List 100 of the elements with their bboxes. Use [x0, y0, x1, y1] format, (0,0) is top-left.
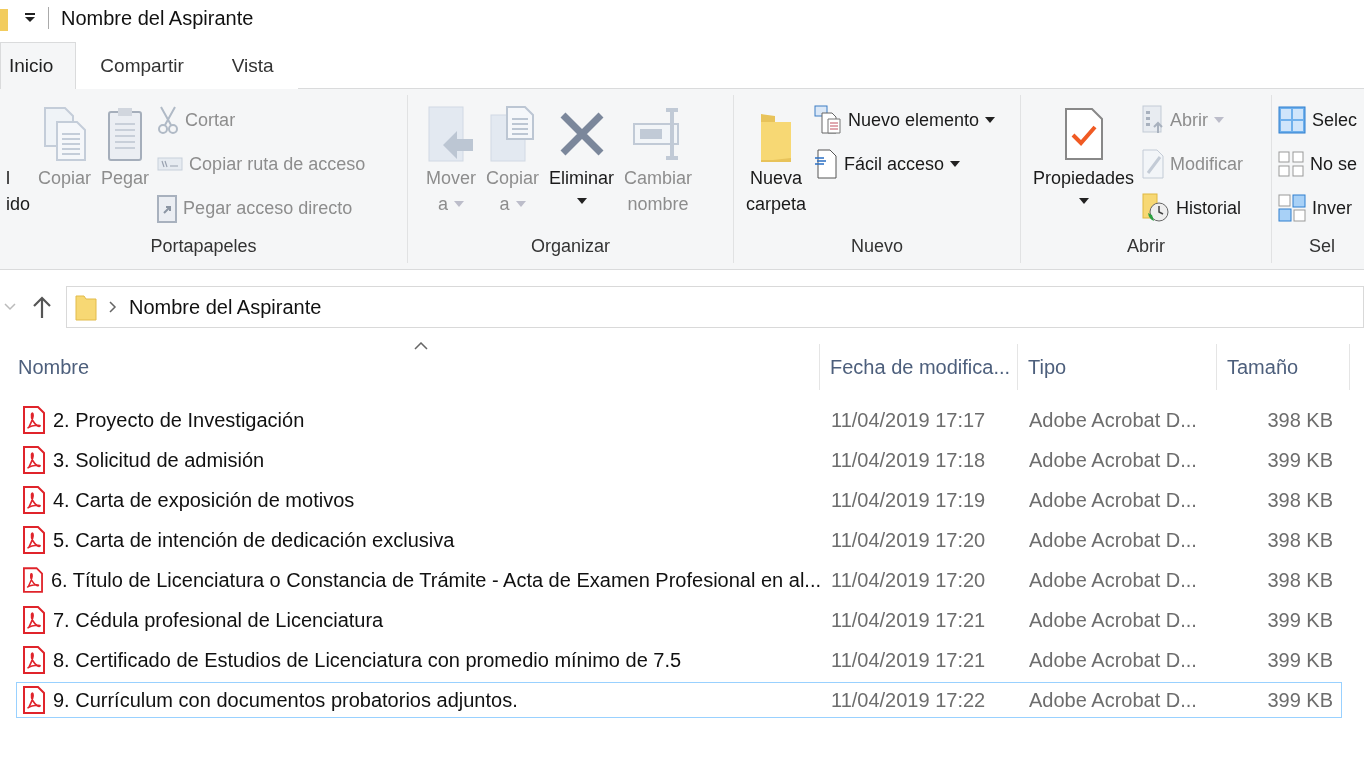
clipboard-icon — [157, 193, 178, 223]
ribbon-button[interactable]: Historial — [1142, 191, 1244, 225]
column-header[interactable]: Tamaño — [1217, 344, 1350, 390]
group-label: Abrir — [1127, 236, 1165, 257]
caret-icon — [1078, 198, 1089, 204]
group-label: Nuevo — [851, 236, 903, 257]
file-name: 4. Carta de exposición de motivos — [53, 488, 355, 512]
group-label: Sel — [1309, 236, 1335, 257]
date-text: 11/04/2019 17:17 — [830, 408, 987, 432]
date-text: 11/04/2019 17:21 — [830, 608, 987, 632]
caret-icon — [985, 117, 996, 123]
type-text: Adobe Acrobat D... — [1028, 448, 1198, 472]
address-field[interactable]: Nombre del Aspirante — [66, 286, 1364, 328]
caret-icon — [576, 198, 587, 204]
type-text: Adobe Acrobat D... — [1028, 488, 1198, 512]
caret-icon — [515, 201, 526, 207]
pdf-file-icon — [23, 686, 45, 714]
file-row[interactable]: 8. Certificado de Estudios de Licenciatura con promedio mínimo de 7.5 11/04/2019 17:21 Adobe Acrobat D... 399 KB — [16, 642, 1342, 678]
history-icon — [1142, 193, 1171, 223]
file-name: 5. Carta de intención de dedicación exclusiva — [53, 528, 455, 552]
delete-icon — [558, 111, 605, 157]
caret-icon[interactable] — [24, 13, 36, 23]
up-arrow-icon[interactable] — [32, 295, 52, 319]
select-all-icon — [1278, 106, 1306, 134]
invert-selection-icon — [1278, 194, 1306, 222]
ribbon-button[interactable]: Selec — [1278, 103, 1358, 137]
date-text: 11/04/2019 17:20 — [830, 568, 987, 592]
button-label[interactable]: l ido — [6, 165, 31, 217]
size-text: 398 KB — [1266, 488, 1333, 512]
copy-icon — [488, 105, 537, 163]
scissors-icon — [157, 105, 180, 135]
file-row[interactable]: 7. Cédula profesional de Licenciatura 11/04/2019 17:21 Adobe Acrobat D... 399 KB — [16, 602, 1342, 638]
window-title: Nombre del Aspirante — [61, 6, 254, 30]
ribbon-button[interactable]: Propiedades — [1031, 103, 1137, 211]
date-text: 11/04/2019 17:18 — [830, 448, 987, 472]
file-row[interactable]: 6. Título de Licenciatura o Constancia de Trámite - Acta de Examen Profesional en al... 11/04/2019 17:20 Adobe Acrobat D... 398 KB — [16, 562, 1342, 598]
path-text: Nombre del Aspirante — [129, 295, 322, 319]
type-text: Adobe Acrobat D... — [1028, 648, 1198, 672]
size-text: 398 KB — [1266, 408, 1333, 432]
file-name: 8. Certificado de Estudios de Licenciatura con promedio mínimo de 7.5 — [53, 648, 682, 672]
type-text: Adobe Acrobat D... — [1028, 688, 1198, 712]
type-text: Adobe Acrobat D... — [1028, 568, 1198, 592]
clipboard-icon — [107, 106, 144, 162]
ribbon-button[interactable]: No se — [1278, 147, 1358, 181]
select-none-icon — [1278, 151, 1304, 177]
file-row[interactable]: 4. Carta de exposición de motivos 11/04/2019 17:19 Adobe Acrobat D... 398 KB — [16, 482, 1342, 518]
file-name: 9. Currículum con documentos probatorios adjuntos. — [53, 688, 518, 712]
date-text: 11/04/2019 17:19 — [830, 488, 987, 512]
open-icon — [1142, 105, 1165, 135]
size-text: 398 KB — [1266, 568, 1333, 592]
ribbon-button[interactable]: Eliminar — [547, 103, 617, 211]
column-header[interactable]: Tipo — [1018, 344, 1217, 390]
file-row[interactable]: 5. Carta de intención de dedicación exclusiva 11/04/2019 17:20 Adobe Acrobat D... 398 KB — [16, 522, 1342, 558]
ribbon-button[interactable]: Inver — [1278, 191, 1358, 225]
file-name: 7. Cédula profesional de Licenciatura — [53, 608, 384, 632]
size-text: 399 KB — [1266, 448, 1333, 472]
properties-icon — [1063, 107, 1104, 161]
size-text: 399 KB — [1266, 608, 1333, 632]
pdf-file-icon — [23, 446, 45, 474]
caret-icon — [1214, 117, 1225, 123]
chevron-right-icon — [109, 301, 117, 313]
ribbon-button[interactable]: Fácil acceso — [814, 147, 996, 181]
date-text: 11/04/2019 17:22 — [830, 688, 987, 712]
new-item-icon — [814, 105, 843, 135]
pdf-file-icon — [23, 406, 45, 434]
group-label: Organizar — [531, 236, 610, 257]
pdf-file-icon — [23, 486, 45, 514]
date-text: 11/04/2019 17:20 — [830, 528, 987, 552]
path-icon — [157, 157, 184, 171]
caret-icon — [454, 201, 464, 207]
pdf-file-icon — [23, 526, 45, 554]
type-text: Adobe Acrobat D... — [1028, 608, 1198, 632]
sort-ascending-icon — [413, 342, 428, 350]
caret-icon — [950, 161, 961, 167]
column-header[interactable]: Fecha de modifica... — [820, 344, 1018, 390]
copy-icon — [42, 106, 87, 162]
move-icon — [427, 105, 475, 163]
file-name: 3. Solicitud de admisión — [53, 448, 265, 472]
pdf-file-icon — [23, 606, 45, 634]
size-text: 399 KB — [1266, 648, 1333, 672]
file-row[interactable]: 9. Currículum con documentos probatorios adjuntos. 11/04/2019 17:22 Adobe Acrobat D... 399 KB — [16, 682, 1342, 718]
column-header[interactable]: Nombre — [8, 344, 820, 390]
pdf-file-icon — [23, 646, 45, 674]
edit-icon — [1142, 149, 1165, 179]
folder-icon — [0, 7, 10, 31]
file-row[interactable]: 3. Solicitud de admisión 11/04/2019 17:18 Adobe Acrobat D... 399 KB — [16, 442, 1342, 478]
file-name: 2. Proyecto de Investigación — [53, 408, 305, 432]
date-text: 11/04/2019 17:21 — [830, 648, 987, 672]
size-text: 399 KB — [1266, 688, 1333, 712]
type-text: Adobe Acrobat D... — [1028, 408, 1198, 432]
ribbon-tab[interactable]: Inicio — [0, 42, 77, 89]
ribbon-button[interactable]: Nuevo elemento — [814, 103, 996, 137]
size-text: 398 KB — [1266, 528, 1333, 552]
group-label: Portapapeles — [150, 236, 257, 257]
file-name: 6. Título de Licenciatura o Constancia de Trámite - Acta de Examen Profesional en al... — [50, 568, 821, 592]
ribbon-button[interactable]: Nueva carpeta — [744, 103, 809, 217]
type-text: Adobe Acrobat D... — [1028, 528, 1198, 552]
file-row[interactable]: 2. Proyecto de Investigación 11/04/2019 17:17 Adobe Acrobat D... 398 KB — [16, 402, 1342, 438]
folder-icon — [75, 293, 97, 321]
document-icon — [814, 149, 839, 179]
